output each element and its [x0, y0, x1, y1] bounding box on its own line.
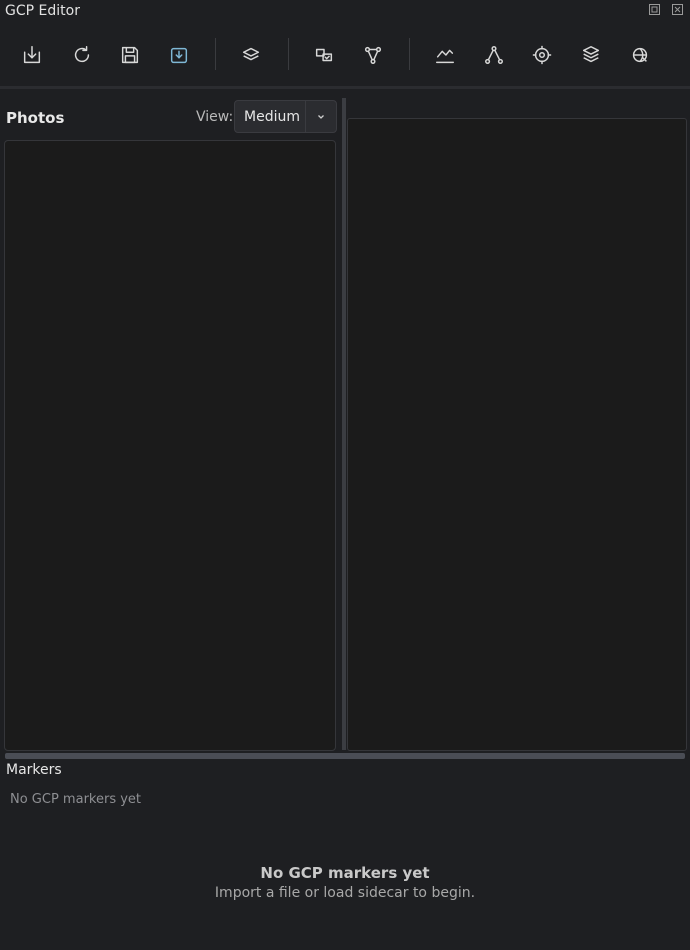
toolbar-separator [215, 38, 216, 70]
triangulate-icon[interactable] [360, 42, 386, 68]
empty-state-title: No GCP markers yet [260, 864, 430, 882]
save-icon[interactable] [117, 42, 143, 68]
toolbar-separator [288, 38, 289, 70]
close-icon[interactable] [672, 4, 683, 15]
download-tray-icon[interactable] [166, 42, 192, 68]
vertical-splitter[interactable] [342, 98, 346, 750]
photos-header: Photos View: Medium [0, 100, 340, 136]
empty-state-subtitle: Import a file or load sidecar to begin. [214, 885, 476, 901]
import-icon[interactable] [19, 42, 45, 68]
graph-icon[interactable] [481, 42, 507, 68]
toolbar-separator [409, 38, 410, 70]
chart-icon[interactable] [432, 42, 458, 68]
title-bar: GCP Editor [0, 0, 690, 22]
view-size-value: Medium [244, 109, 300, 125]
view-label: View: [196, 109, 234, 125]
markers-empty-text: No GCP markers yet [10, 792, 142, 807]
restore-icon[interactable] [649, 4, 660, 15]
target-icon[interactable] [529, 42, 555, 68]
horizontal-splitter[interactable] [5, 753, 685, 759]
toolbar-divider [0, 86, 690, 89]
photos-title: Photos [6, 109, 65, 127]
view-size-select[interactable]: Medium [234, 100, 337, 133]
chevron-down-icon[interactable] [305, 101, 336, 132]
stack-icon[interactable] [578, 42, 604, 68]
layers-icon[interactable] [238, 42, 264, 68]
transform-icon[interactable] [311, 42, 337, 68]
markers-title: Markers [6, 762, 62, 778]
toolbar [0, 30, 690, 80]
photos-grid[interactable] [4, 140, 336, 751]
reload-icon[interactable] [69, 42, 95, 68]
globe-icon[interactable] [627, 42, 653, 68]
image-viewer[interactable] [347, 118, 687, 751]
window-title: GCP Editor [5, 3, 80, 19]
